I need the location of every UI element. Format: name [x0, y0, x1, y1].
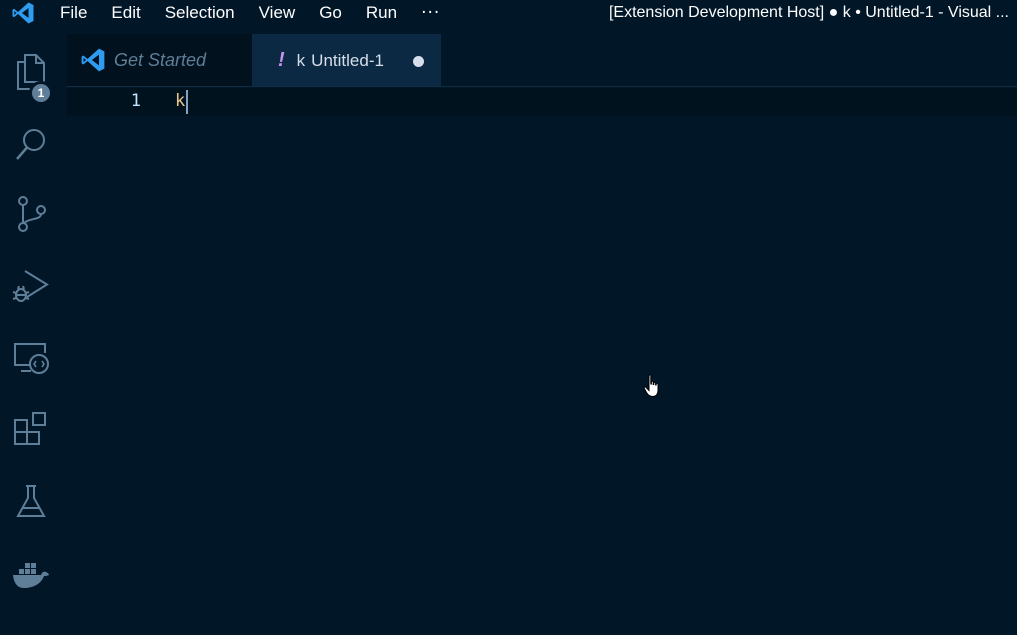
editor-tabs: Get Started ! k Untitled-1: [67, 34, 1017, 86]
extensions-button[interactable]: [0, 400, 62, 460]
text-cursor: [186, 90, 188, 114]
menu-run[interactable]: Run: [366, 0, 397, 26]
docker-icon: [13, 563, 49, 588]
menu-view[interactable]: View: [259, 0, 296, 26]
menu-selection[interactable]: Selection: [165, 0, 235, 26]
menu-file[interactable]: File: [60, 0, 87, 26]
explorer-button[interactable]: 1: [0, 42, 62, 105]
testing-flask-icon: [16, 485, 46, 517]
remote-explorer-icon: [14, 343, 49, 374]
activity-bar: 1: [0, 34, 62, 635]
source-control-button[interactable]: [0, 184, 62, 244]
unsaved-dot-icon[interactable]: [413, 56, 424, 67]
extensions-icon: [14, 412, 46, 445]
source-control-icon: [18, 196, 46, 232]
menu-go[interactable]: Go: [319, 0, 342, 26]
tab-label: Untitled-1: [311, 50, 384, 70]
menu-edit[interactable]: Edit: [111, 0, 140, 26]
vscode-logo-icon: [81, 48, 105, 72]
menu-bar: File Edit Selection View Go Run ···: [60, 0, 440, 26]
current-line-highlight: [67, 88, 1017, 116]
hand-pointer-icon: [643, 374, 663, 398]
run-debug-button[interactable]: [0, 256, 62, 316]
window-title: [Extension Development Host] ● k • Untit…: [608, 4, 1009, 21]
vscode-logo-icon: [8, 0, 38, 26]
docker-button[interactable]: [0, 544, 62, 604]
tab-label: Get Started: [114, 49, 207, 70]
run-debug-icon: [12, 270, 49, 302]
tab-get-started[interactable]: Get Started: [67, 34, 252, 86]
code-editor[interactable]: 1 k: [67, 87, 1017, 635]
title-bar: File Edit Selection View Go Run ··· [Ext…: [0, 0, 1017, 26]
line-number: 1: [130, 91, 141, 111]
file-type-icon: !: [278, 49, 285, 71]
explorer-badge: 1: [29, 81, 53, 105]
testing-button[interactable]: [0, 472, 62, 532]
tab-untitled-1[interactable]: ! k Untitled-1: [252, 34, 441, 86]
search-icon: [16, 129, 45, 160]
remote-explorer-button[interactable]: [0, 328, 62, 388]
menu-more-icon[interactable]: ···: [421, 3, 440, 23]
search-button[interactable]: [0, 114, 62, 174]
tab-file-name: k: [296, 50, 306, 70]
code-line[interactable]: k: [175, 89, 185, 113]
